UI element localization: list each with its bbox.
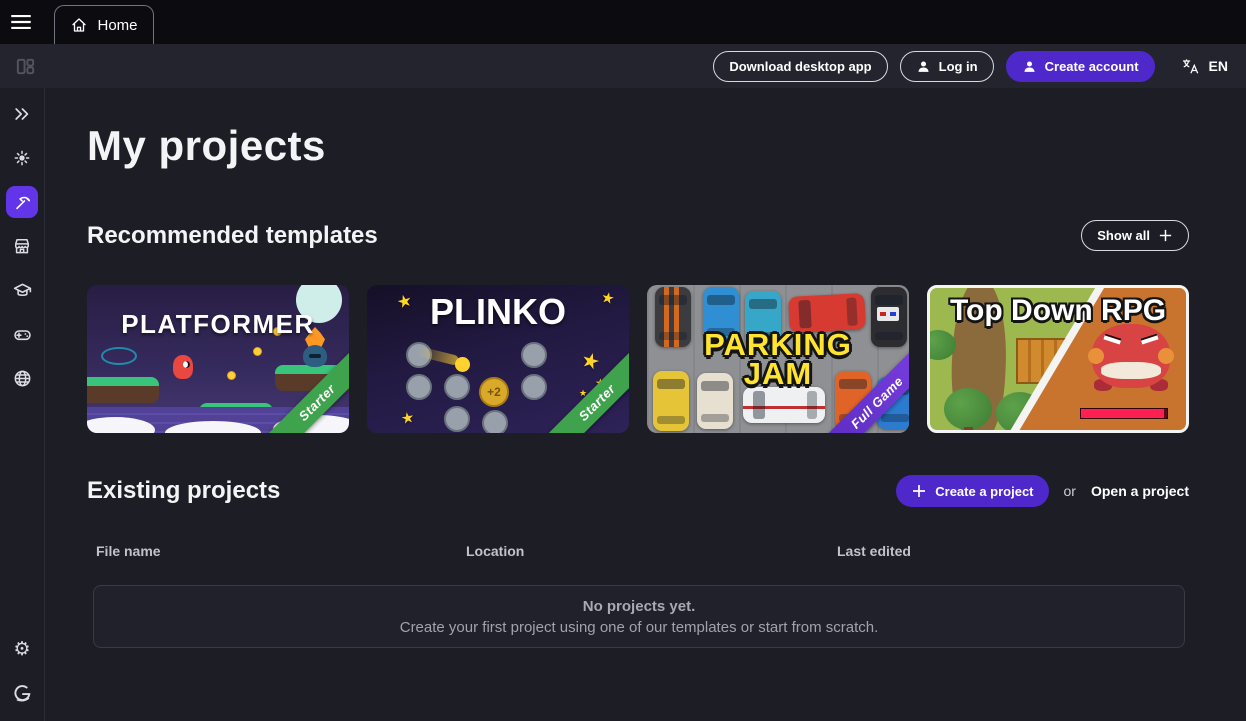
player-character <box>173 355 193 379</box>
show-all-button[interactable]: Show all <box>1081 220 1189 251</box>
coin <box>227 371 236 380</box>
tree <box>944 388 992 430</box>
tab-bar: Home <box>0 0 1246 44</box>
sidebar: ⚙ <box>0 88 45 721</box>
recommended-templates-heading: Recommended templates <box>87 222 378 250</box>
home-icon <box>70 16 88 34</box>
bonus-peg: +2 <box>479 377 509 407</box>
toolbar: Download desktop app Log in Create accou… <box>0 44 1246 88</box>
menu-icon[interactable] <box>0 0 42 44</box>
no-projects-empty-state: No projects yet. Create your first proje… <box>93 585 1185 648</box>
user-icon <box>1022 59 1037 74</box>
get-started-icon[interactable] <box>0 136 44 180</box>
peg <box>406 374 432 400</box>
community-icon[interactable] <box>0 356 44 400</box>
template-card-plinko[interactable]: PLINKO +2 ★ ★ ★ ★ ★ ★ <box>367 285 629 433</box>
template-card-parking-jam[interactable]: PARKING JAM Full Game <box>647 285 909 433</box>
plus-icon <box>1158 228 1173 243</box>
language-code: EN <box>1209 58 1228 74</box>
play-icon[interactable] <box>0 312 44 356</box>
health-bar <box>1080 408 1168 419</box>
tab-home-label: Home <box>97 17 137 34</box>
gdevelop-logo-icon[interactable] <box>0 671 44 715</box>
template-title: Top Down RPG <box>930 294 1186 328</box>
sidebar-item-build[interactable] <box>0 180 44 224</box>
user-icon <box>916 59 931 74</box>
peg <box>482 410 508 433</box>
column-file-name: File name <box>87 543 466 559</box>
template-card-platformer[interactable]: PLATFORMER Starter <box>87 285 349 433</box>
star-icon: ★ <box>400 410 416 427</box>
template-title: PARKING JAM <box>678 330 878 389</box>
or-text: or <box>1064 483 1076 499</box>
empty-state-subtitle: Create your first project using one of o… <box>400 619 879 636</box>
shop-icon[interactable] <box>0 224 44 268</box>
peg <box>521 374 547 400</box>
template-title: PLATFORMER <box>87 309 349 340</box>
platform <box>87 377 159 403</box>
login-button[interactable]: Log in <box>900 51 994 82</box>
create-project-button[interactable]: Create a project <box>896 475 1048 507</box>
empty-state-title: No projects yet. <box>583 598 696 615</box>
create-account-button[interactable]: Create account <box>1006 51 1155 82</box>
build-pickaxe-icon <box>6 186 38 218</box>
star-icon: ★ <box>578 349 602 374</box>
column-last-edited: Last edited <box>837 543 911 559</box>
plus-icon <box>911 483 927 499</box>
language-selector[interactable]: EN <box>1181 57 1228 76</box>
peg <box>444 374 470 400</box>
translate-icon <box>1181 57 1200 76</box>
ball <box>455 357 470 372</box>
frog-boss <box>1092 324 1170 388</box>
column-location: Location <box>466 543 837 559</box>
eye-decoration <box>101 347 137 365</box>
peg <box>521 342 547 368</box>
tab-home[interactable]: Home <box>54 5 154 44</box>
projects-table-header: File name Location Last edited <box>87 543 1189 559</box>
main-content: My projects Recommended templates Show a… <box>45 88 1246 721</box>
template-title: PLINKO <box>367 291 629 333</box>
template-card-top-down-rpg[interactable]: Top Down RPG <box>927 285 1189 433</box>
template-cards-row: PLATFORMER Starter <box>87 285 1189 433</box>
existing-projects-heading: Existing projects <box>87 477 280 505</box>
page-title: My projects <box>87 122 1189 170</box>
panels-icon[interactable] <box>10 51 40 81</box>
coin <box>253 347 262 356</box>
download-desktop-app-button[interactable]: Download desktop app <box>713 51 887 82</box>
peg <box>444 406 470 432</box>
expand-sidebar-icon[interactable] <box>0 92 44 136</box>
learn-icon[interactable] <box>0 268 44 312</box>
settings-gear-icon[interactable]: ⚙ <box>0 627 44 671</box>
open-project-link[interactable]: Open a project <box>1091 483 1189 499</box>
enemy <box>303 345 327 367</box>
